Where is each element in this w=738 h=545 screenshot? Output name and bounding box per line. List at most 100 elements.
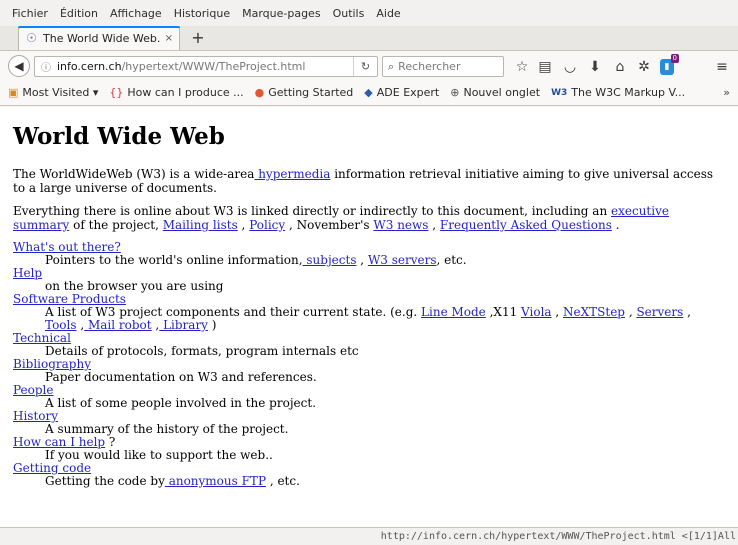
list-item-description: Paper documentation on W3 and references…	[45, 370, 317, 384]
link-policy[interactable]: Policy	[249, 218, 285, 232]
search-icon: ⌕	[388, 59, 395, 73]
tab-strip: ☉ The World Wide Web... × +	[0, 26, 738, 50]
description-text: ,	[683, 305, 691, 319]
menu-aide[interactable]: Aide	[376, 7, 400, 20]
reload-icon[interactable]: ↻	[353, 57, 377, 76]
hamburger-menu-icon[interactable]: ≡	[712, 57, 732, 77]
globe-icon: ●	[254, 86, 265, 99]
description-text: A list of W3 project components and thei…	[45, 305, 422, 319]
term-suffix: ?	[105, 435, 116, 449]
link-anonymous-ftp[interactable]: anonymous FTP	[165, 474, 266, 488]
description-text: ,	[625, 305, 637, 319]
folder-icon: ▣	[8, 86, 19, 99]
menu-edition[interactable]: Édition	[60, 7, 98, 20]
list-item-description: Pointers to the world's online informati…	[45, 254, 725, 267]
link-tools[interactable]: Tools	[45, 318, 77, 332]
link-nextstep[interactable]: NeXTStep	[563, 305, 625, 319]
topic-list: What's out there? Pointers to the world'…	[13, 241, 725, 488]
bookmark-how-can-i-produce[interactable]: {} How can I produce ...	[109, 86, 243, 99]
link-people[interactable]: People	[13, 383, 53, 397]
link-mailing-lists[interactable]: Mailing lists	[163, 218, 238, 232]
link-software-products[interactable]: Software Products	[13, 292, 126, 306]
link-faq[interactable]: Frequently Asked Questions	[440, 218, 612, 232]
url-host: info.cern.ch	[57, 60, 122, 73]
page-title: World Wide Web	[13, 123, 225, 150]
bookmark-label: Getting Started	[268, 86, 354, 99]
bookmark-most-visited[interactable]: ▣ Most Visited ▾	[8, 86, 98, 99]
menu-fichier[interactable]: Fichier	[12, 7, 48, 20]
link-bibliography[interactable]: Bibliography	[13, 357, 91, 371]
home-icon[interactable]: ⌂	[610, 57, 630, 77]
link-hypermedia[interactable]: hypermedia	[254, 167, 330, 181]
info-icon[interactable]: ⓘ	[41, 59, 57, 74]
menu-historique[interactable]: Historique	[174, 7, 230, 20]
menu-outils[interactable]: Outils	[333, 7, 365, 20]
link-technical[interactable]: Technical	[13, 331, 71, 345]
description-text: )	[207, 318, 217, 332]
overview-text: Everything there is online about W3 is l…	[13, 204, 611, 218]
link-viola[interactable]: Viola	[521, 305, 552, 319]
menu-affichage[interactable]: Affichage	[110, 7, 162, 20]
status-bar: http://info.cern.ch/hypertext/WWW/ThePro…	[0, 527, 738, 545]
bookmark-nouvel-onglet[interactable]: ⊕ Nouvel onglet	[450, 86, 540, 99]
link-w3-servers[interactable]: W3 servers	[368, 253, 437, 267]
description-text: , etc.	[266, 474, 300, 488]
description-text: Getting the code by	[45, 474, 165, 488]
bookmark-label: ADE Expert	[376, 86, 440, 99]
link-servers[interactable]: Servers	[636, 305, 683, 319]
extension-icon[interactable]: ▮ 0	[660, 54, 679, 75]
intro-paragraph: The WorldWideWeb (W3) is a wide-area hyp…	[13, 167, 725, 195]
description-text: Pointers to the world's online informati…	[45, 253, 303, 267]
link-library[interactable]: Library	[159, 318, 208, 332]
tab-world-wide-web[interactable]: ☉ The World Wide Web... ×	[18, 26, 180, 50]
list-item-description: Details of protocols, formats, program i…	[45, 344, 359, 358]
bookmarks-overflow-icon[interactable]: »	[723, 86, 730, 99]
link-whats-out-there[interactable]: What's out there?	[13, 240, 121, 254]
link-getting-code[interactable]: Getting code	[13, 461, 91, 475]
bookmark-ade-expert[interactable]: ◆ ADE Expert	[364, 86, 439, 99]
list-item-description: If you would like to support the web..	[45, 448, 273, 462]
search-input[interactable]: ⌕ Rechercher	[382, 56, 504, 77]
new-tab-button[interactable]: +	[188, 28, 208, 48]
extension-badge: 0	[670, 54, 679, 63]
search-placeholder: Rechercher	[398, 60, 461, 73]
overview-text: ,	[237, 218, 250, 232]
downloads-icon[interactable]: ⬇	[585, 57, 605, 77]
list-item-description: A list of some people involved in the pr…	[45, 396, 317, 410]
overview-paragraph: Everything there is online about W3 is l…	[13, 204, 725, 232]
link-subjects[interactable]: subjects	[303, 253, 356, 267]
link-w3-news[interactable]: W3 news	[373, 218, 428, 232]
menu-marque-pages[interactable]: Marque-pages	[242, 7, 320, 20]
bookmark-label: Nouvel onglet	[463, 86, 541, 99]
list-item-description: A list of W3 project components and thei…	[45, 306, 725, 332]
list-item-description: A summary of the history of the project.	[45, 422, 289, 436]
tab-title: The World Wide Web...	[43, 32, 161, 45]
bookmark-label: How can I produce ...	[127, 86, 244, 99]
url-text[interactable]: info.cern.ch/hypertext/WWW/TheProject.ht…	[57, 60, 353, 73]
overview-text: ,	[428, 218, 440, 232]
bookmark-getting-started[interactable]: ● Getting Started	[255, 86, 354, 99]
list-item-description: on the browser you are using	[45, 279, 224, 293]
link-line-mode[interactable]: Line Mode	[421, 305, 486, 319]
bookmark-w3c-markup[interactable]: W3 The W3C Markup V...	[551, 86, 685, 99]
link-mail-robot[interactable]: Mail robot	[84, 318, 152, 332]
link-how-can-i-help[interactable]: How can I help	[13, 435, 105, 449]
list-item-description: Getting the code by anonymous FTP , etc.	[45, 475, 725, 488]
url-bar[interactable]: ⓘ info.cern.ch/hypertext/WWW/TheProject.…	[34, 56, 378, 77]
code-braces-icon: {}	[109, 86, 124, 99]
back-button[interactable]: ◀	[8, 55, 30, 77]
pocket-icon[interactable]: ◡	[560, 57, 580, 77]
bookmark-star-icon[interactable]: ☆	[512, 57, 532, 77]
overview-text: of the project,	[69, 218, 163, 232]
overview-text: .	[611, 218, 620, 232]
tab-close-icon[interactable]: ×	[165, 33, 173, 44]
description-text: ,	[551, 305, 564, 319]
url-path: /hypertext/WWW/TheProject.html	[121, 60, 306, 73]
navigation-bar: ◀ ⓘ info.cern.ch/hypertext/WWW/TheProjec…	[0, 50, 738, 80]
reading-list-icon[interactable]: ▤	[535, 57, 555, 77]
link-help[interactable]: Help	[13, 266, 42, 280]
addon-icon[interactable]: ✲	[634, 57, 654, 77]
page-content: World Wide Web The WorldWideWeb (W3) is …	[0, 107, 738, 527]
link-history[interactable]: History	[13, 409, 58, 423]
description-text: , etc.	[436, 253, 467, 267]
